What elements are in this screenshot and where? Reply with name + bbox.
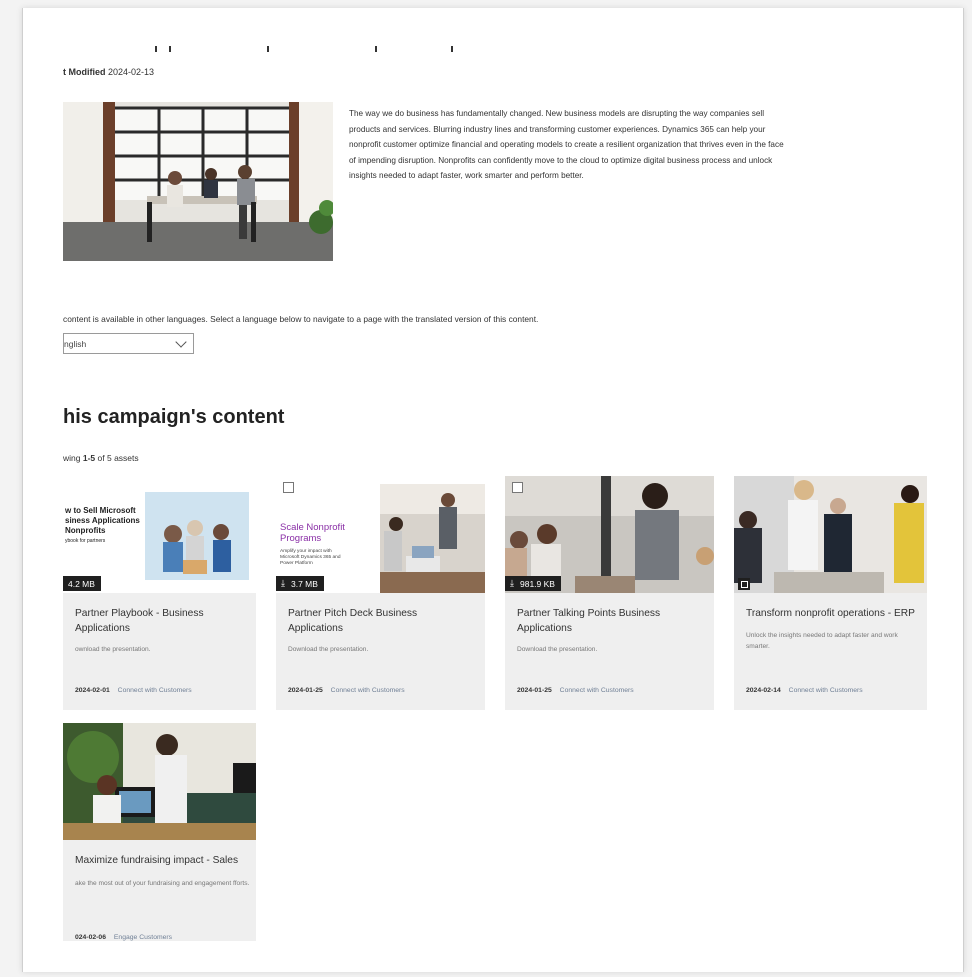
select-checkbox[interactable] [283,482,294,493]
file-size-badge: 4.2 MB [63,576,101,591]
asset-date: 2024-02-01 [75,687,110,694]
asset-date: 2024-01-25 [288,687,323,694]
thumb-line: Nonprofits [65,526,106,535]
content-panel: t Modified 2024-02-13 The way we do busi… [22,8,964,972]
language-note: content is available in other languages.… [63,314,539,324]
asset-thumbnail: w to Sell Microsoft siness Applications … [63,476,256,593]
asset-card[interactable]: Transform nonprofit operations - ERP Unl… [734,476,927,710]
thumb-line: Programs [280,533,322,544]
asset-card[interactable]: Maximize fundraising impact - Sales ake … [63,723,256,941]
download-icon: ⤓ [510,578,514,588]
asset-description: Download the presentation. [288,646,369,653]
file-size: 4.2 MB [68,578,95,589]
asset-title[interactable]: Partner Playbook - Business Applications [75,606,250,636]
asset-title[interactable]: Partner Pitch Deck Business Applications [288,606,463,636]
asset-date: 2024-02-14 [746,687,781,694]
asset-card[interactable]: Scale Nonprofit Programs Amplify your im… [276,476,485,710]
asset-meta: 024-02-06 Engage Customers [75,934,172,941]
asset-title[interactable]: Maximize fundraising impact - Sales [75,853,250,868]
file-size: 3.7 MB [290,578,318,589]
file-size: 981.9 KB [519,578,555,589]
thumb-line: Power Platform [280,561,313,566]
section-title: his campaign's content [63,406,285,428]
chevron-down-icon [175,336,187,348]
content-inner: t Modified 2024-02-13 The way we do busi… [63,8,943,972]
select-checkbox[interactable] [512,482,523,493]
asset-card[interactable]: ⤓ 981.9 KB Partner Talking Points Busine… [505,476,714,710]
language-select[interactable]: nglish [63,333,194,354]
asset-tag-link[interactable]: Connect with Customers [118,687,192,694]
asset-tag-link[interactable]: Connect with Customers [560,687,634,694]
hero-image [63,102,333,261]
asset-description: ownload the presentation. [75,646,151,653]
asset-card[interactable]: w to Sell Microsoft siness Applications … [63,476,256,710]
asset-meta: 2024-02-01 Connect with Customers [75,687,192,694]
showing-suffix: of 5 assets [97,453,139,463]
asset-title[interactable]: Partner Talking Points Business Applicat… [517,606,692,636]
asset-title[interactable]: Transform nonprofit operations - ERP [746,606,921,621]
thumb-line: w to Sell Microsoft [65,506,136,515]
file-size-badge[interactable]: ⤓ 981.9 KB [505,576,561,591]
asset-tag-link[interactable]: Connect with Customers [331,687,405,694]
showing-prefix: wing [63,453,81,463]
modified-date: 2024-02-13 [108,67,155,77]
thumb-line: ybook for partners [65,538,106,544]
asset-description: Download the presentation. [517,646,598,653]
asset-date: 024-02-06 [75,934,106,941]
asset-meta: 2024-01-25 Connect with Customers [517,687,634,694]
asset-thumbnail [63,723,256,840]
file-size-badge[interactable]: ⤓ 3.7 MB [276,576,324,591]
last-modified: t Modified 2024-02-13 [63,67,154,77]
asset-meta: 2024-01-25 Connect with Customers [288,687,405,694]
asset-thumbnail: ⤓ 981.9 KB [505,476,714,593]
asset-description: Unlock the insights needed to adapt fast… [746,632,898,650]
download-icon: ⤓ [281,578,285,588]
thumb-line: siness Applications [65,516,140,525]
showing-count: wing 1-5 of 5 assets [63,453,139,463]
campaign-description: The way we do business has fundamentally… [349,109,784,180]
asset-thumbnail: Scale Nonprofit Programs Amplify your im… [276,476,485,593]
asset-thumbnail [734,476,927,593]
showing-range: 1-5 [82,453,96,463]
asset-tag-link[interactable]: Connect with Customers [789,687,863,694]
asset-meta: 2024-02-14 Connect with Customers [746,687,863,694]
asset-description: ake the most out of your fundraising and… [75,880,250,887]
copy-icon [738,578,750,590]
modified-label: t Modified [63,67,106,77]
thumb-line: Scale Nonprofit [280,522,345,533]
asset-tag-link[interactable]: Engage Customers [114,934,172,941]
language-selected-value: nglish [64,338,87,349]
asset-date: 2024-01-25 [517,687,552,694]
